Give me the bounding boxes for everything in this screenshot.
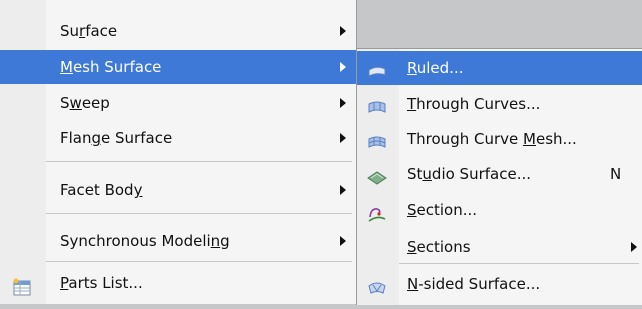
- submenu-arrow-icon: [340, 26, 346, 36]
- menu-separator: [399, 263, 639, 264]
- submenu-item-studio-surface[interactable]: Studio Surface... N: [357, 157, 642, 191]
- menu-item-label: Studio Surface...: [407, 165, 532, 183]
- menu-item-label: Surface: [60, 22, 118, 40]
- section-icon: [367, 201, 387, 222]
- submenu-item-through-curves[interactable]: Through Curves...: [357, 87, 642, 121]
- menu-separator: [46, 161, 352, 162]
- parts-list-icon: [12, 274, 32, 296]
- menu-separator: [46, 261, 352, 262]
- submenu-arrow-icon: [340, 185, 346, 195]
- through-curves-icon: [367, 95, 387, 113]
- menu-item-label: Sections: [407, 238, 471, 256]
- submenu-arrow-icon: [340, 98, 346, 108]
- menu-item-sweep[interactable]: Sweep: [0, 86, 356, 120]
- submenu-item-ruled[interactable]: Ruled...: [357, 51, 642, 85]
- shortcut-label: N: [610, 165, 622, 183]
- menu-item-facet-body[interactable]: Facet Body: [0, 173, 356, 207]
- menu-separator: [46, 213, 352, 214]
- menu-item-label: Mesh Surface: [60, 58, 162, 76]
- ruled-surface-icon: [367, 59, 387, 77]
- menu-item-synchronous-modeling[interactable]: Synchronous Modeling: [0, 224, 356, 258]
- submenu-arrow-icon: [340, 236, 346, 246]
- submenu-item-n-sided-surface[interactable]: N-sided Surface...: [357, 267, 642, 301]
- menu-item-label: Ruled...: [407, 59, 464, 77]
- mesh-surface-submenu: Ruled... Through Curves... Through Curve…: [356, 48, 642, 305]
- submenu-arrow-icon: [340, 133, 346, 143]
- menu-item-label: Flange Surface: [60, 129, 173, 147]
- menu-item-label: Through Curve Mesh...: [407, 130, 577, 148]
- menu-item-label: Parts List...: [60, 274, 143, 292]
- studio-surface-icon: [367, 165, 387, 185]
- submenu-arrow-icon: [631, 242, 637, 252]
- n-sided-surface-icon: [367, 275, 387, 294]
- submenu-item-section[interactable]: Section...: [357, 193, 642, 227]
- menu-item-parts-list[interactable]: Parts List...: [0, 266, 356, 300]
- menu-item-label: Sweep: [60, 94, 110, 112]
- submenu-item-sections[interactable]: Sections: [357, 230, 642, 264]
- menu-item-label: N-sided Surface...: [407, 275, 541, 293]
- menu-item-label: Facet Body: [60, 181, 143, 199]
- menu-item-label: Section...: [407, 201, 478, 219]
- menu-item-mesh-surface[interactable]: Mesh Surface: [0, 50, 356, 84]
- menu-item-flange-surface[interactable]: Flange Surface: [0, 121, 356, 155]
- menu-item-label: Through Curves...: [407, 95, 541, 113]
- submenu-arrow-icon: [340, 62, 346, 72]
- menu-item-surface[interactable]: Surface: [0, 14, 356, 48]
- menu-item-label: Synchronous Modeling: [60, 232, 230, 250]
- through-curve-mesh-icon: [367, 130, 387, 148]
- submenu-item-through-curve-mesh[interactable]: Through Curve Mesh...: [357, 122, 642, 156]
- main-menu: Surface Mesh Surface Sweep Flange Surfac…: [0, 0, 357, 304]
